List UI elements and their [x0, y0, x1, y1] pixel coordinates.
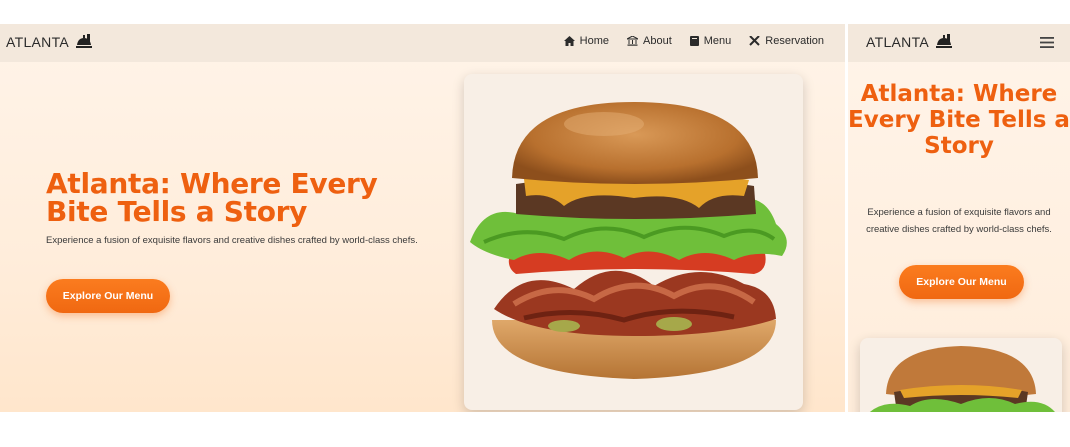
- explore-menu-button[interactable]: Explore Our Menu: [46, 279, 170, 313]
- navbar: ATLANTA Home About Menu Reservation: [0, 24, 845, 62]
- mobile-explore-menu-button[interactable]: Explore Our Menu: [899, 265, 1024, 299]
- utensils-icon: [749, 36, 761, 46]
- nav-home-label: Home: [579, 35, 610, 47]
- nav-menu-label: Menu: [703, 35, 732, 47]
- mobile-view: ATLANTA Atlanta: Where Every Bite Tells …: [848, 24, 1070, 412]
- nav-menu[interactable]: Menu: [689, 35, 732, 47]
- mobile-hero-subtitle: Experience a fusion of exquisite flavors…: [866, 207, 1052, 235]
- mobile-hero-title: Atlanta: Where Every Bite Tells a Story: [848, 81, 1070, 159]
- mobile-brand-name: ATLANTA: [866, 34, 930, 50]
- book-icon: [689, 36, 699, 46]
- hero-subtitle: Experience a fusion of exquisite flavors…: [46, 235, 418, 246]
- hamburger-icon[interactable]: [1040, 37, 1054, 48]
- home-icon: [563, 36, 575, 46]
- mobile-brand-logo[interactable]: ATLANTA: [866, 34, 953, 50]
- food-cloche-icon: [936, 34, 953, 48]
- desktop-view: ATLANTA Home About Menu Reservation Atla…: [0, 24, 845, 412]
- burger-image: [470, 102, 787, 379]
- nav-about-label: About: [643, 35, 672, 47]
- brand-name: ATLANTA: [6, 34, 70, 50]
- nav-reservation-label: Reservation: [765, 35, 824, 47]
- mobile-navbar: ATLANTA: [848, 24, 1070, 62]
- bank-icon: [627, 36, 639, 46]
- nav-reservation[interactable]: Reservation: [749, 35, 824, 47]
- nav-home[interactable]: Home: [563, 35, 610, 47]
- nav-about[interactable]: About: [627, 35, 672, 47]
- hero-image-card: [464, 74, 803, 410]
- mobile-hero-image-card: [860, 338, 1062, 412]
- burger-image: [870, 346, 1055, 412]
- brand-logo[interactable]: ATLANTA: [6, 34, 93, 50]
- nav-links: Home About Menu Reservation: [563, 35, 824, 47]
- food-cloche-icon: [76, 34, 93, 48]
- hero-title: Atlanta: Where Every Bite Tells a Story: [46, 167, 378, 228]
